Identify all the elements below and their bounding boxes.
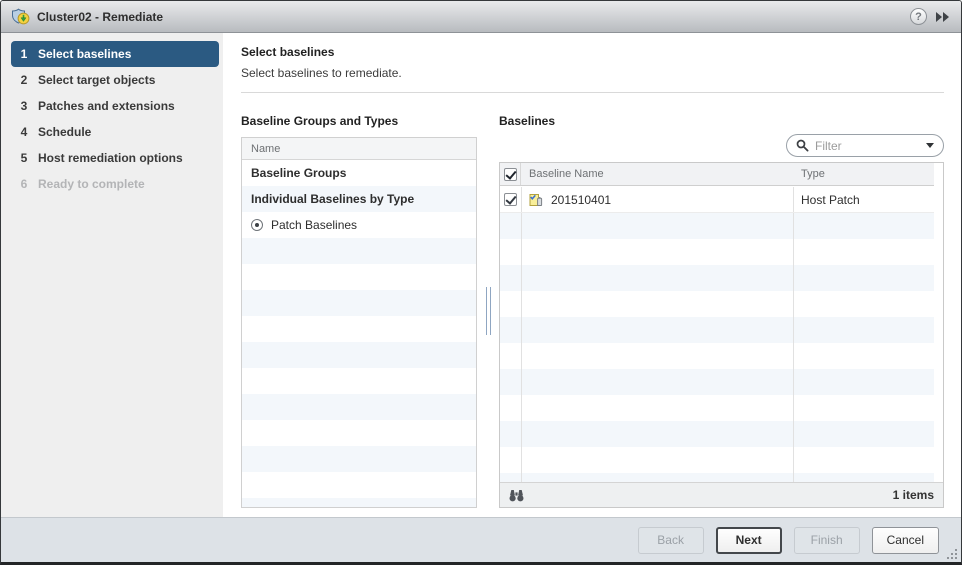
row-patch-baselines[interactable]: Patch Baselines bbox=[242, 212, 476, 238]
filter-input[interactable] bbox=[815, 139, 920, 153]
step-number: 6 bbox=[19, 177, 29, 191]
baselines-panel: Baselines bbox=[499, 114, 944, 508]
dialog-footer: Back Next Finish Cancel bbox=[1, 517, 961, 562]
baseline-name: 201510401 bbox=[551, 193, 611, 207]
titlebar: Cluster02 - Remediate ? bbox=[1, 1, 961, 33]
column-divider bbox=[521, 187, 522, 482]
baseline-groups-table: Name Baseline Groups Individual Baseline… bbox=[241, 137, 477, 508]
next-button[interactable]: Next bbox=[716, 527, 782, 554]
step-number: 5 bbox=[19, 151, 29, 165]
row-label: Baseline Groups bbox=[251, 166, 346, 180]
items-count: 1 items bbox=[893, 488, 934, 502]
cancel-button[interactable]: Cancel bbox=[872, 527, 939, 554]
header-divider bbox=[241, 92, 944, 93]
splitter-drag-handle-icon[interactable] bbox=[486, 287, 491, 335]
select-all-cell[interactable] bbox=[500, 163, 521, 185]
page-subtitle: Select baselines to remediate. bbox=[241, 66, 944, 80]
step-label: Select baselines bbox=[38, 47, 131, 61]
row-checkbox[interactable] bbox=[504, 193, 517, 206]
baseline-groups-panel: Baseline Groups and Types Name Baseline … bbox=[241, 114, 477, 508]
baselines-rows: 201510401 Host Patch bbox=[500, 187, 934, 482]
step-patches-and-extensions[interactable]: 3 Patches and extensions bbox=[11, 93, 219, 119]
column-type[interactable]: Type bbox=[793, 168, 934, 180]
step-select-baselines[interactable]: 1 Select baselines bbox=[11, 41, 219, 67]
step-number: 1 bbox=[19, 47, 29, 61]
remediate-shield-icon bbox=[11, 8, 30, 25]
step-host-remediation-options[interactable]: 5 Host remediation options bbox=[11, 145, 219, 171]
back-button: Back bbox=[638, 527, 704, 554]
step-label: Host remediation options bbox=[38, 151, 183, 165]
row-baseline-groups[interactable]: Baseline Groups bbox=[242, 160, 476, 186]
baselines-table: Baseline Name Type bbox=[499, 162, 944, 508]
step-label: Patches and extensions bbox=[38, 99, 175, 113]
search-icon bbox=[796, 139, 809, 152]
step-schedule[interactable]: 4 Schedule bbox=[11, 119, 219, 145]
step-select-target-objects[interactable]: 2 Select target objects bbox=[11, 67, 219, 93]
wizard-content: Select baselines Select baselines to rem… bbox=[223, 33, 961, 517]
panel-splitter bbox=[477, 114, 499, 508]
wizard-steps-sidebar: 1 Select baselines 2 Select target objec… bbox=[1, 33, 223, 517]
baseline-type: Host Patch bbox=[793, 193, 934, 207]
step-number: 4 bbox=[19, 125, 29, 139]
remediate-wizard-dialog: Cluster02 - Remediate ? 1 Select baselin… bbox=[0, 0, 962, 565]
step-number: 2 bbox=[19, 73, 29, 87]
help-icon[interactable]: ? bbox=[910, 8, 927, 25]
page-title: Select baselines bbox=[241, 45, 944, 59]
radio-selected-icon[interactable] bbox=[251, 219, 263, 231]
row-individual-baselines-by-type[interactable]: Individual Baselines by Type bbox=[242, 186, 476, 212]
column-baseline-name[interactable]: Baseline Name bbox=[521, 168, 793, 180]
binoculars-find-icon[interactable] bbox=[509, 489, 524, 502]
resize-grip[interactable] bbox=[947, 549, 958, 560]
table-row-201510401[interactable]: 201510401 Host Patch bbox=[500, 187, 934, 213]
row-label: Patch Baselines bbox=[271, 218, 357, 232]
baselines-table-header: Baseline Name Type bbox=[500, 163, 934, 186]
finish-button: Finish bbox=[794, 527, 860, 554]
step-number: 3 bbox=[19, 99, 29, 113]
filter-dropdown-caret-icon[interactable] bbox=[926, 143, 934, 148]
table-status-bar: 1 items bbox=[500, 482, 943, 507]
column-divider bbox=[793, 187, 794, 482]
step-label: Schedule bbox=[38, 125, 91, 139]
window-title: Cluster02 - Remediate bbox=[37, 10, 903, 24]
filter-box[interactable] bbox=[786, 134, 944, 157]
row-label: Individual Baselines by Type bbox=[251, 192, 414, 206]
baseline-groups-rows: Baseline Groups Individual Baselines by … bbox=[242, 160, 476, 507]
baselines-panel-title: Baselines bbox=[499, 114, 944, 128]
name-column-header: Name bbox=[242, 138, 476, 160]
baseline-groups-panel-title: Baseline Groups and Types bbox=[241, 114, 477, 128]
step-label: Ready to complete bbox=[38, 177, 145, 191]
step-label: Select target objects bbox=[38, 73, 155, 87]
collapse-double-arrow-icon[interactable] bbox=[934, 10, 951, 24]
step-ready-to-complete: 6 Ready to complete bbox=[11, 171, 219, 197]
patch-baseline-icon bbox=[528, 192, 544, 207]
select-all-checkbox[interactable] bbox=[504, 168, 517, 181]
